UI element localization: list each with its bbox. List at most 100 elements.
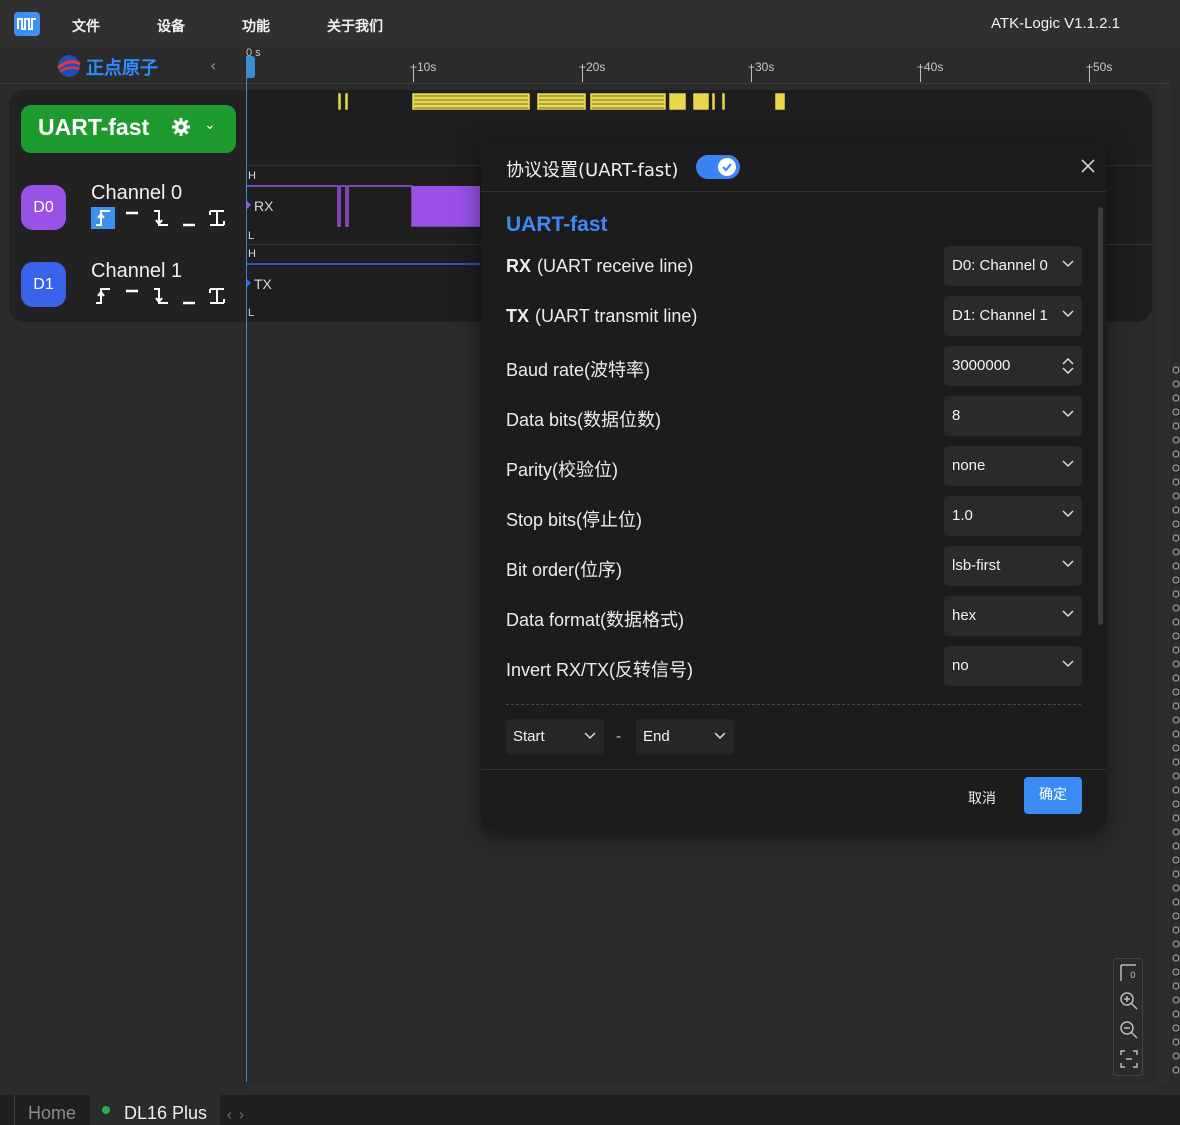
ruler-tick <box>920 70 921 82</box>
protocol-settings-dialog: 协议设置(UART-fast) UART-fast RX (UART receiv… <box>481 141 1106 830</box>
decode-mark <box>721 92 726 111</box>
menu-device[interactable]: 设备 <box>157 16 185 36</box>
cancel-button[interactable]: 取消 <box>956 784 1008 814</box>
baud-rate-spinbox[interactable]: 3000000 <box>944 346 1082 386</box>
protocol-name: UART-fast <box>506 213 608 236</box>
field-label: Invert RX/TX(反转信号) <box>506 660 694 680</box>
chevron-down-icon <box>584 732 596 740</box>
chevron-down-icon <box>1062 460 1074 468</box>
data-bits-select[interactable]: 8 <box>944 396 1082 436</box>
decode-mark <box>774 92 786 111</box>
chevron-down-icon[interactable]: ⌄ <box>204 117 216 133</box>
parity-select[interactable]: none <box>944 446 1082 486</box>
field-label: Stop bits(停止位) <box>506 510 643 530</box>
field-data-format: Data format(数据格式) hex <box>506 596 1082 636</box>
select-value: no <box>952 657 969 674</box>
spin-arrows-icon[interactable] <box>1062 358 1074 374</box>
tab-home-label: Home <box>28 1103 77 1123</box>
decode-mark <box>711 92 716 111</box>
tx-channel-select[interactable]: D1: Channel 1 <box>944 296 1082 336</box>
menu-bar: 文件 设备 功能 关于我们 ATK-Logic V1.1.2.1 <box>0 0 1180 48</box>
menu-function[interactable]: 功能 <box>242 16 270 36</box>
toggle-knob <box>718 158 736 176</box>
range-end-select[interactable]: End <box>636 719 734 755</box>
stop-bits-select[interactable]: 1.0 <box>944 496 1082 536</box>
channel-badge-d0[interactable]: D0 <box>21 185 66 230</box>
any-edge-trigger-icon[interactable] <box>205 285 229 307</box>
rx-channel-select[interactable]: D0: Channel 0 <box>944 246 1082 286</box>
zoom-toolbar: 0 <box>1113 958 1143 1076</box>
chevron-down-icon <box>1062 510 1074 518</box>
svg-text:0: 0 <box>1130 971 1136 981</box>
connected-status-icon <box>102 1106 110 1114</box>
gear-icon[interactable] <box>171 117 191 137</box>
zoom-in-icon[interactable] <box>1118 990 1140 1012</box>
low-level-trigger-icon[interactable] <box>178 285 202 307</box>
channel-name-1: Channel 1 <box>91 260 183 282</box>
decode-mark <box>344 92 349 111</box>
falling-edge-trigger-icon[interactable] <box>149 207 173 229</box>
menu-about[interactable]: 关于我们 <box>327 16 383 36</box>
any-edge-trigger-icon[interactable] <box>205 207 229 229</box>
horizontal-scrollbar[interactable] <box>246 1082 1158 1092</box>
vertical-scrollbar[interactable] <box>1158 84 1170 1084</box>
high-level-trigger-icon[interactable] <box>121 285 145 307</box>
close-icon[interactable] <box>1080 158 1096 174</box>
chevron-down-icon <box>1062 660 1074 668</box>
chevron-down-icon <box>1062 310 1074 318</box>
low-level-trigger-icon[interactable] <box>178 207 202 229</box>
select-value: 8 <box>952 407 961 424</box>
tab-home[interactable]: Home <box>14 1095 90 1125</box>
field-bit-order: Bit order(位序) lsb-first <box>506 546 1082 586</box>
select-value: lsb-first <box>952 557 1001 574</box>
chevron-down-icon <box>1062 610 1074 618</box>
field-label: Baud rate(波特率) <box>506 360 651 380</box>
brand-logo-text: 正点原子 <box>86 58 158 79</box>
tab-bar: Home DL16 Plus ‹› <box>0 1095 1180 1125</box>
range-start-select[interactable]: Start <box>506 719 604 755</box>
high-level-trigger-icon[interactable] <box>121 207 145 229</box>
field-tx: TX (UART transmit line) D1: Channel 1 <box>506 296 1082 336</box>
field-description: (UART transmit line) <box>535 306 698 326</box>
channel-badge-d1[interactable]: D1 <box>21 262 66 307</box>
bit-order-select[interactable]: lsb-first <box>944 546 1082 586</box>
field-key: TX <box>506 306 530 326</box>
chevron-down-icon <box>1062 410 1074 418</box>
tab-device-label: DL16 Plus <box>124 1103 208 1123</box>
section-divider <box>506 704 1081 705</box>
rising-edge-trigger-icon[interactable] <box>91 207 115 229</box>
falling-edge-trigger-icon[interactable] <box>149 285 173 307</box>
collapse-panel-icon[interactable]: ‹ <box>210 56 216 75</box>
app-logo-icon <box>14 12 40 36</box>
decoder-button[interactable]: UART-fast ⌄ <box>21 105 236 153</box>
field-description: (UART receive line) <box>537 256 694 276</box>
invert-select[interactable]: no <box>944 646 1082 686</box>
data-format-select[interactable]: hex <box>944 596 1082 636</box>
tab-scroll-arrows-icon[interactable]: ‹› <box>226 1105 251 1124</box>
ruler-tick <box>582 70 583 82</box>
field-invert: Invert RX/TX(反转信号) no <box>506 646 1082 686</box>
rising-edge-trigger-icon[interactable] <box>91 285 115 307</box>
confirm-button[interactable]: 确定 <box>1024 777 1082 814</box>
field-label: Data format(数据格式) <box>506 610 685 630</box>
check-icon <box>722 163 732 172</box>
fit-to-view-icon[interactable] <box>1118 1048 1140 1070</box>
menu-file[interactable]: 文件 <box>72 16 100 36</box>
dialog-header: 协议设置(UART-fast) <box>481 141 1106 192</box>
chevron-down-icon <box>1062 560 1074 568</box>
rx-burst <box>412 186 480 226</box>
brand-globe-icon <box>56 55 81 77</box>
decode-mark <box>692 92 710 111</box>
chevron-down-icon <box>1062 260 1074 268</box>
dialog-scrollbar[interactable] <box>1098 207 1103 625</box>
field-label: RX (UART receive line) <box>506 256 693 277</box>
zoom-out-icon[interactable] <box>1118 1019 1140 1041</box>
decoder-enable-toggle[interactable] <box>696 155 740 179</box>
field-rx: RX (UART receive line) D0: Channel 0 <box>506 246 1082 286</box>
tab-device[interactable]: DL16 Plus <box>90 1095 220 1125</box>
time-cursor-handle[interactable] <box>246 56 255 78</box>
time-cursor[interactable] <box>246 56 247 1086</box>
go-to-origin-icon[interactable]: 0 <box>1118 962 1140 984</box>
decoder-name: UART-fast <box>38 114 150 140</box>
waveform-traces <box>246 185 480 265</box>
